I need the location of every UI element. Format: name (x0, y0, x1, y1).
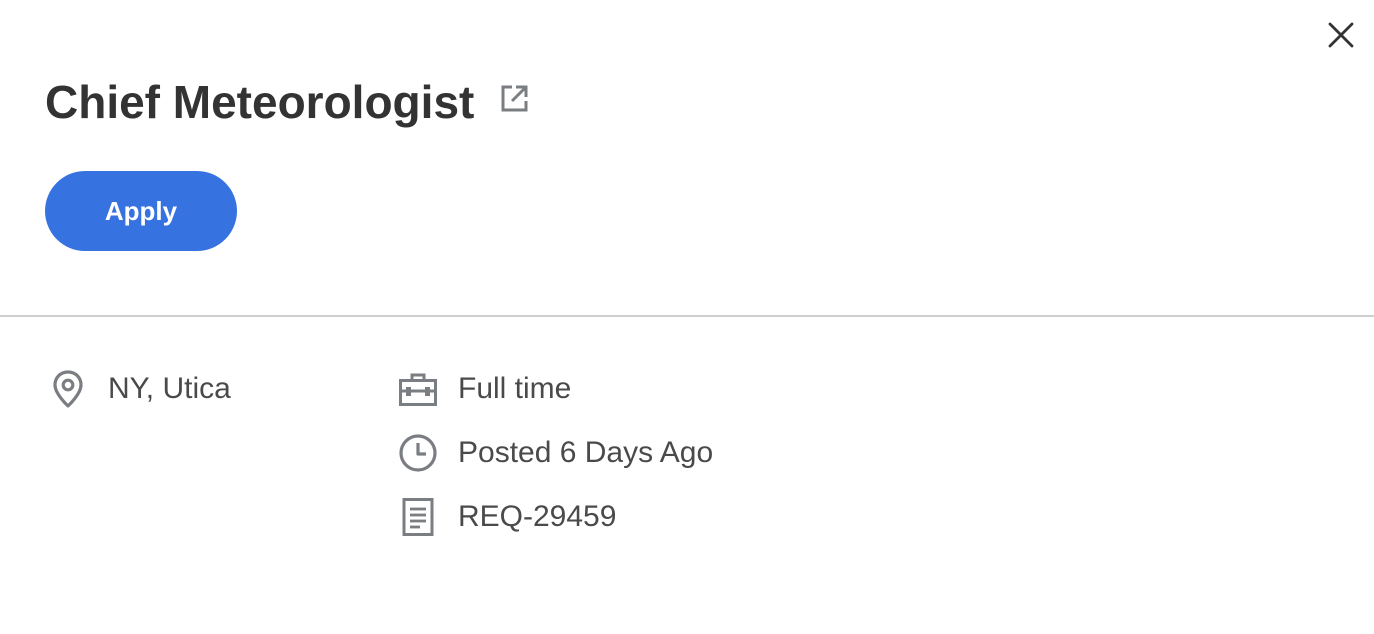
location-pin-icon (48, 369, 88, 409)
divider (0, 315, 1374, 317)
time-type-item: Full time (398, 367, 571, 411)
location-item: NY, Utica (48, 367, 231, 411)
job-title: Chief Meteorologist (45, 76, 475, 128)
external-link-icon (501, 85, 528, 112)
title-row: Chief Meteorologist (45, 70, 530, 134)
requisition-item: REQ-29459 (398, 495, 616, 539)
close-button[interactable] (1322, 16, 1360, 54)
requisition-text: REQ-29459 (458, 500, 617, 533)
location-text: NY, Utica (108, 372, 231, 405)
external-link-button[interactable] (498, 83, 530, 115)
apply-button[interactable]: Apply (45, 171, 237, 251)
posted-item: Posted 6 Days Ago (398, 431, 713, 475)
clock-icon (398, 433, 438, 473)
briefcase-icon (398, 369, 438, 409)
posted-text: Posted 6 Days Ago (458, 436, 714, 469)
document-icon (398, 497, 438, 537)
close-icon (1328, 22, 1354, 48)
time-type-text: Full time (458, 372, 572, 405)
